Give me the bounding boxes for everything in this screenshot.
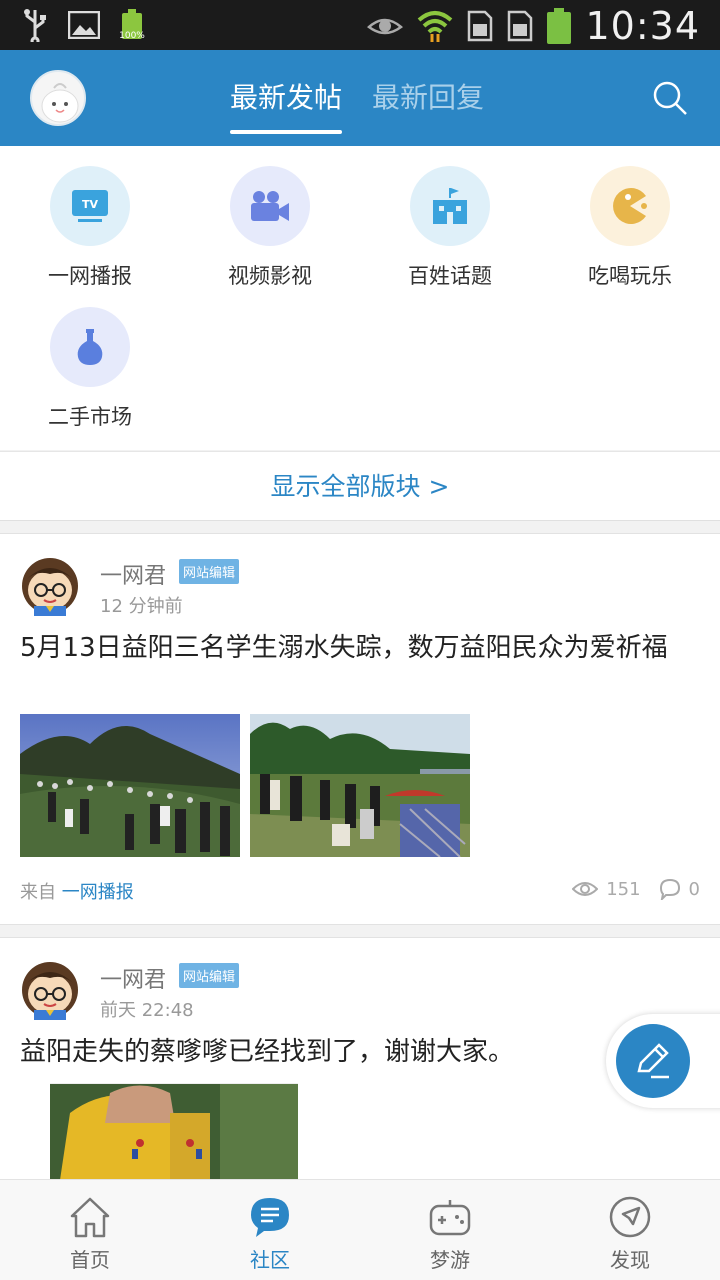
category-label: 视频影视 xyxy=(228,264,312,288)
category-topics[interactable]: 百姓话题 xyxy=(360,146,540,288)
post-title[interactable]: 益阳走失的蔡嗲嗲已经找到了，谢谢大家。 xyxy=(20,1036,700,1068)
category-circle: TV xyxy=(50,166,130,246)
post-card[interactable]: 一网君 网站编辑 12 分钟前 5月13日益阳三名学生溺水失踪，数万益阳民众为爱… xyxy=(0,533,720,925)
category-circle xyxy=(410,166,490,246)
category-grid: TV 一网播报 视频影视 百姓话题 吃喝玩乐 二手市场 xyxy=(0,146,720,450)
category-label: 二手市场 xyxy=(48,405,132,429)
category-circle xyxy=(230,166,310,246)
nav-home[interactable]: 首页 xyxy=(0,1180,180,1280)
bottom-nav: 首页 社区 梦游 发现 xyxy=(0,1179,720,1280)
vase-icon xyxy=(77,329,103,365)
post-image[interactable] xyxy=(50,1083,298,1180)
wifi-icon xyxy=(418,11,453,42)
show-all-sections-link[interactable]: 显示全部版块 > xyxy=(0,451,720,521)
views-count: 151 xyxy=(606,878,641,900)
status-time: 10:34 xyxy=(585,4,700,48)
video-camera-icon xyxy=(251,191,289,221)
post-author[interactable]: 一网君 xyxy=(100,962,166,994)
category-video[interactable]: 视频影视 xyxy=(180,146,360,288)
compose-fab-container xyxy=(606,1014,720,1108)
post-title[interactable]: 5月13日益阳三名学生溺水失踪，数万益阳民众为爱祈福 xyxy=(20,632,700,664)
source-prefix: 来自 xyxy=(20,882,56,903)
editor-badge: 网站编辑 xyxy=(179,559,240,584)
post-image[interactable] xyxy=(20,714,240,857)
home-icon xyxy=(70,1197,110,1238)
header-tabs: 最新发帖 最新回复 xyxy=(230,50,484,146)
usb-icon xyxy=(24,9,46,42)
post-source: 来自 一网播报 xyxy=(20,878,134,904)
post-time: 前天 22:48 xyxy=(100,1000,194,1021)
eye-icon xyxy=(572,882,599,896)
post-image[interactable] xyxy=(250,714,470,857)
tv-icon: TV xyxy=(72,190,108,222)
svg-text:TV: TV xyxy=(82,198,99,211)
nav-community[interactable]: 社区 xyxy=(180,1180,360,1280)
image-icon xyxy=(68,11,100,39)
category-label: 一网播报 xyxy=(48,264,132,288)
app-header: 最新发帖 最新回复 xyxy=(0,50,720,146)
author-avatar[interactable] xyxy=(20,554,80,616)
eye-icon xyxy=(367,18,404,35)
category-circle xyxy=(50,307,130,387)
battery-icon: 100% xyxy=(119,9,145,41)
views-stat: 151 xyxy=(572,878,641,900)
source-section-link[interactable]: 一网播报 xyxy=(62,882,134,903)
status-bar: 100% 10:34 xyxy=(0,0,720,50)
compass-icon xyxy=(609,1196,651,1238)
post-time: 12 分钟前 xyxy=(100,596,183,617)
search-icon[interactable] xyxy=(652,80,688,116)
comment-icon xyxy=(659,878,680,900)
category-circle xyxy=(590,166,670,246)
category-label: 百姓话题 xyxy=(408,264,492,288)
nav-label: 发现 xyxy=(610,1248,650,1272)
tab-latest-posts[interactable]: 最新发帖 xyxy=(230,50,343,146)
building-icon xyxy=(433,188,467,224)
gamepad-icon xyxy=(429,1200,471,1236)
pencil-icon xyxy=(637,1043,669,1079)
category-food-fun[interactable]: 吃喝玩乐 xyxy=(540,146,720,288)
nav-label: 首页 xyxy=(70,1248,110,1272)
author-avatar[interactable] xyxy=(20,958,80,1020)
comments-count: 0 xyxy=(688,878,700,900)
tab-latest-replies[interactable]: 最新回复 xyxy=(372,50,484,146)
editor-badge: 网站编辑 xyxy=(179,963,240,988)
nav-label: 社区 xyxy=(250,1248,290,1272)
nav-label: 梦游 xyxy=(430,1248,470,1272)
compose-button[interactable] xyxy=(616,1024,690,1098)
battery-full-icon xyxy=(547,8,572,44)
nav-games[interactable]: 梦游 xyxy=(360,1180,540,1280)
avatar-icon[interactable] xyxy=(30,70,86,126)
battery-label: 100% xyxy=(119,31,145,41)
nav-discover[interactable]: 发现 xyxy=(540,1180,720,1280)
sim1-icon xyxy=(468,10,493,42)
category-yiwang-broadcast[interactable]: TV 一网播报 xyxy=(0,146,180,288)
post-stats: 151 0 xyxy=(572,878,700,900)
chat-bubble-icon xyxy=(251,1198,289,1237)
category-second-hand[interactable]: 二手市场 xyxy=(0,287,180,429)
sim2-icon xyxy=(508,10,533,42)
category-label: 吃喝玩乐 xyxy=(588,264,672,288)
pacman-icon xyxy=(613,188,647,224)
post-author[interactable]: 一网君 xyxy=(100,558,166,590)
comments-stat[interactable]: 0 xyxy=(659,878,700,900)
